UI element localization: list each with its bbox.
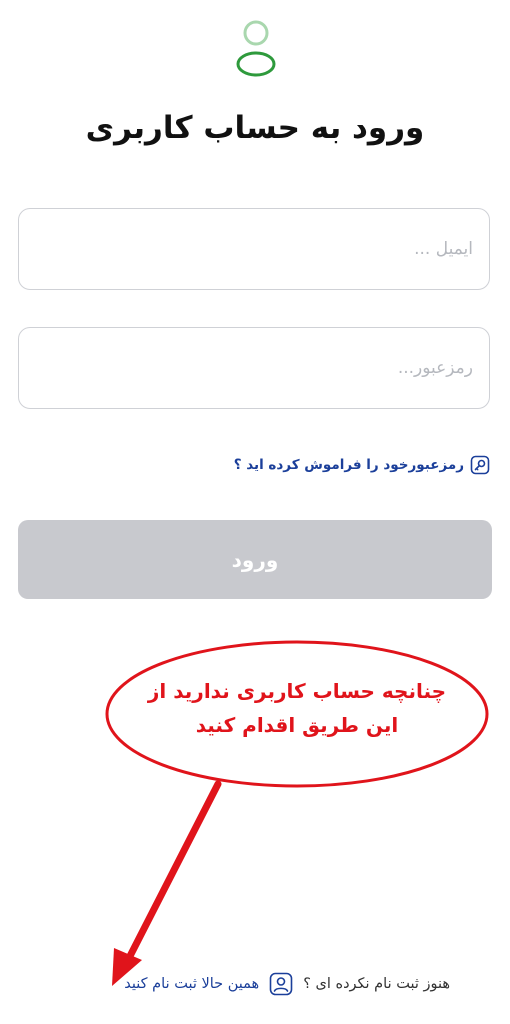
annotation-arrow-line	[124, 780, 222, 964]
annotation-line-1: چنانچه حساب کاربری ندارید از	[147, 679, 447, 703]
annotation-text: چنانچه حساب کاربری ندارید از این طریق اق…	[108, 674, 486, 742]
forgot-password-label: رمزعبورخود را فراموش کرده اید ؟	[233, 457, 464, 473]
login-button[interactable]: ورود	[18, 520, 492, 599]
footer-question: هنوز ثبت نام نکرده ای ؟	[303, 976, 450, 992]
page-title: ورود به حساب کاربری	[85, 110, 425, 146]
password-field[interactable]	[19, 328, 489, 408]
email-field[interactable]	[19, 209, 489, 289]
key-icon	[470, 455, 490, 475]
annotation-overlay	[105, 640, 489, 986]
email-field-container	[18, 208, 490, 290]
user-icon	[269, 972, 293, 996]
forgot-password-link[interactable]: رمزعبورخود را فراموش کرده اید ؟	[234, 455, 490, 475]
password-field-container	[18, 327, 490, 409]
user-avatar-icon	[236, 20, 276, 77]
annotation-line-2: این طریق اقدام کنید	[195, 713, 399, 737]
footer-register: هنوز ثبت نام نکرده ای ؟ همین حالا ثبت نا…	[124, 972, 450, 996]
register-link[interactable]: همین حالا ثبت نام کنید	[124, 976, 259, 992]
